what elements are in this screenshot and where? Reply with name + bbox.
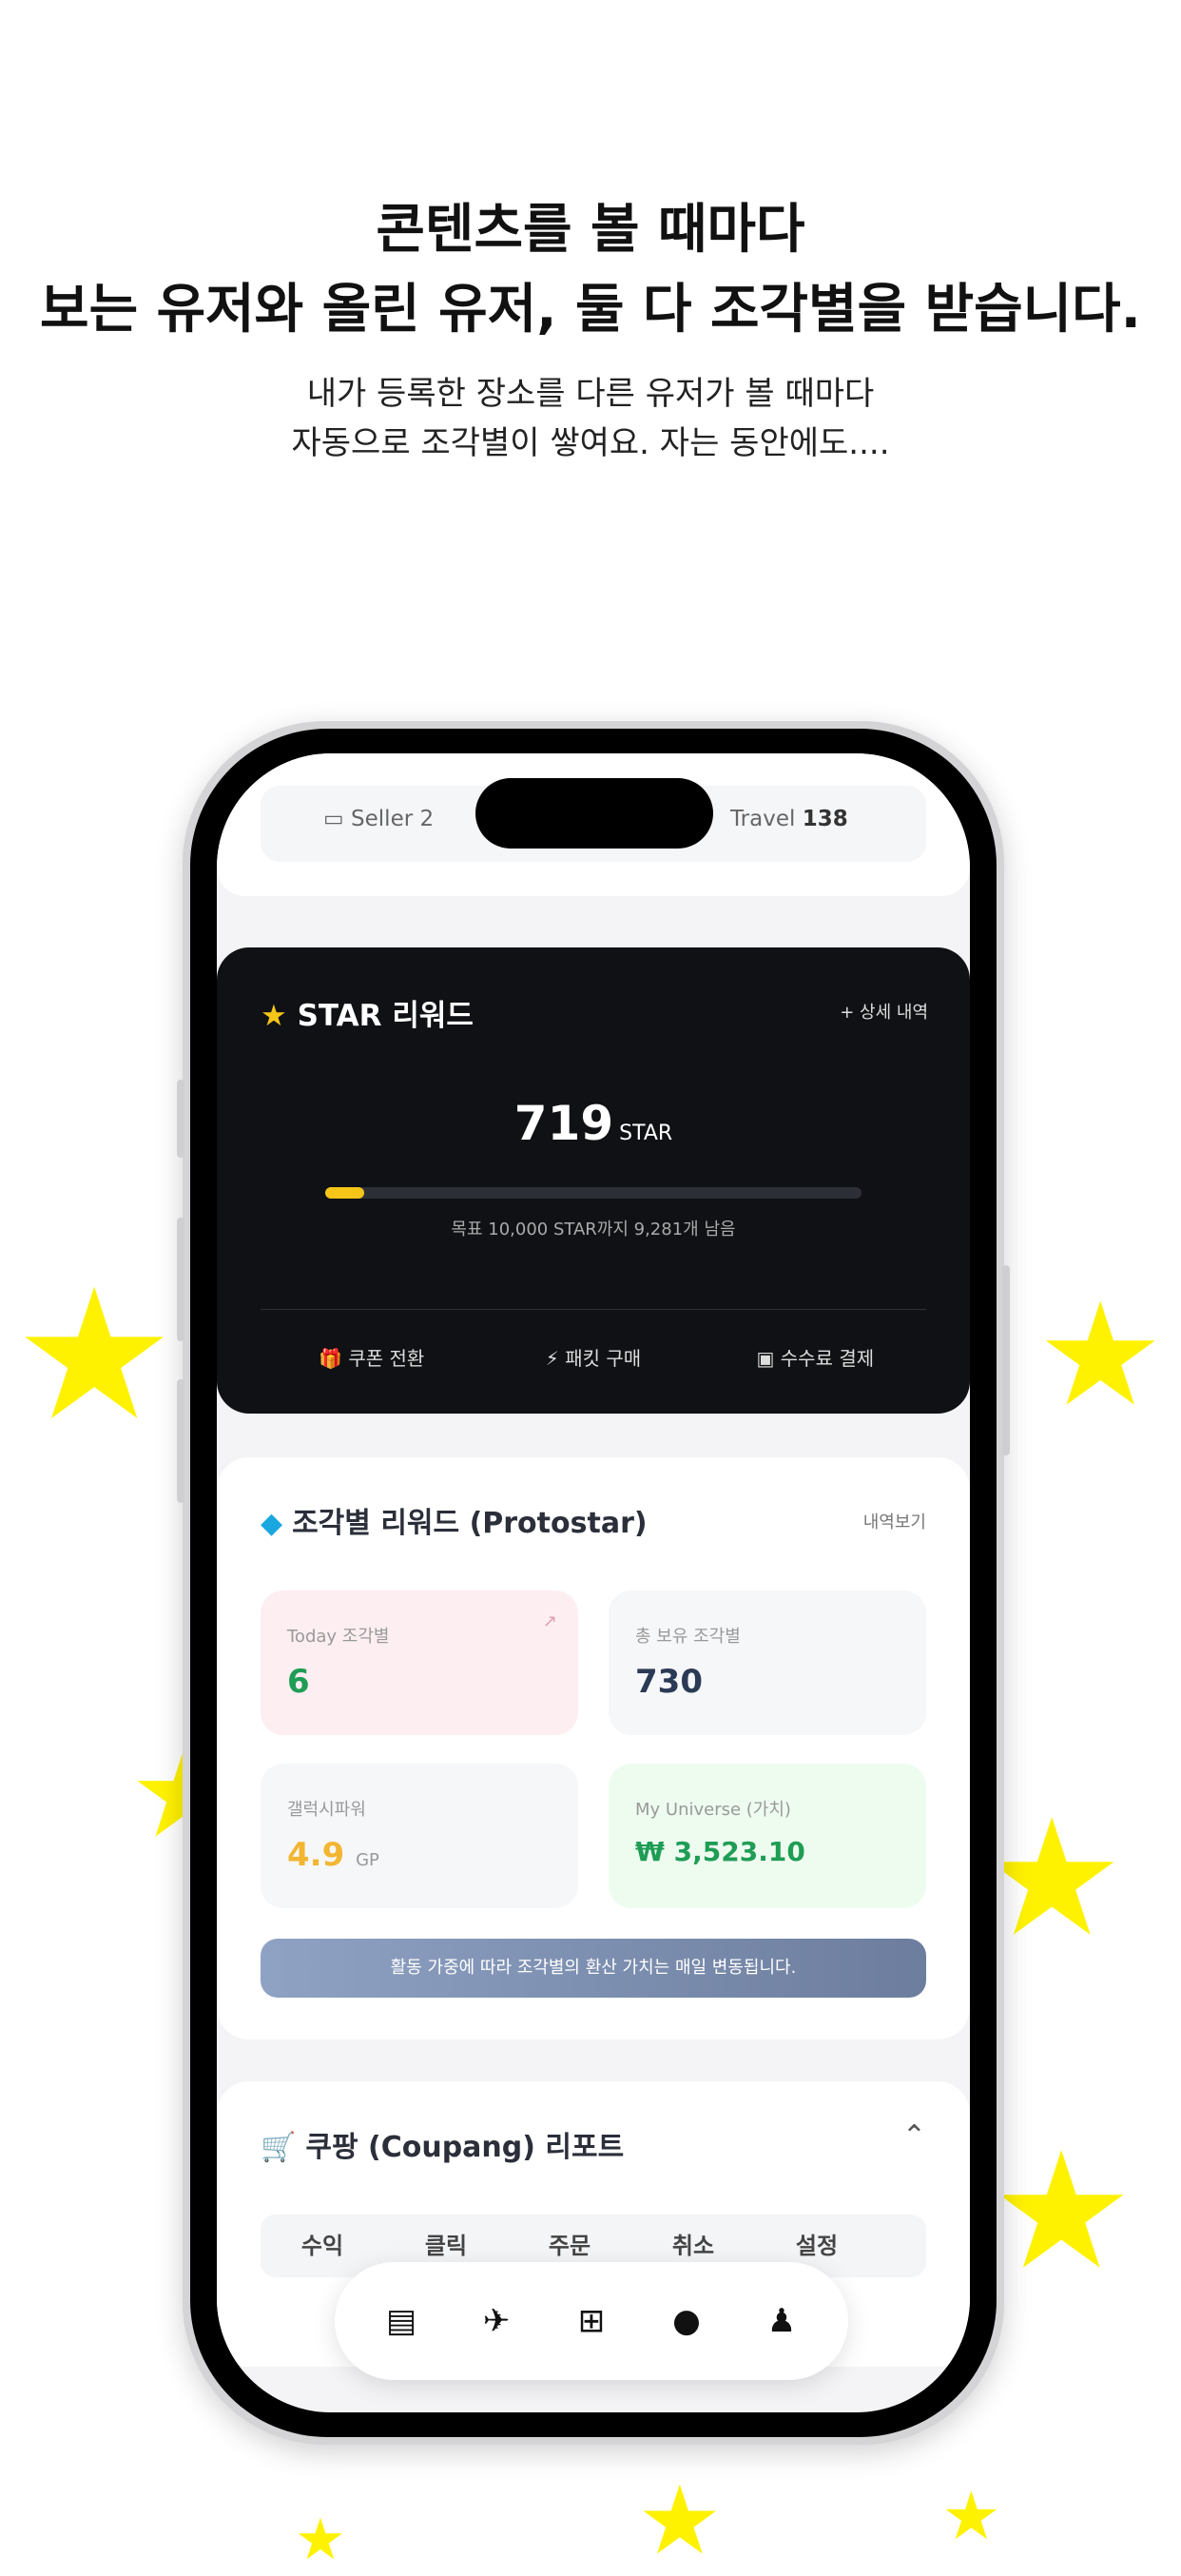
my-universe-label: My Universe (가치) — [635, 1800, 791, 1820]
star-reward-title: ★ STAR 리워드 — [261, 991, 474, 1034]
phone-volume-up-button — [177, 1218, 184, 1341]
total-protostar-value: 730 — [635, 1663, 703, 1701]
coupon-convert-button[interactable]: 🎁 쿠폰 전환 — [261, 1343, 482, 1371]
my-universe-value: ₩ 3,523.10 — [635, 1836, 805, 1867]
decor-star-icon: ★ — [989, 2117, 1134, 2306]
star-reward-title-text: STAR 리워드 — [297, 999, 474, 1033]
card-icon: ▣ — [756, 1347, 775, 1370]
star-goal-text: 목표 10,000 STAR까지 9,281개 남음 — [451, 1220, 736, 1239]
protostar-reward-card: ◆ 조각별 리워드 (Protostar) 내역보기 Today 조각별 ↗ 6 … — [217, 1457, 970, 2039]
nav-plus-square-icon[interactable]: ⊞ — [563, 2302, 620, 2340]
star-icon: ★ — [261, 999, 287, 1033]
fee-pay-button[interactable]: ▣ 수수료 결제 — [705, 1343, 926, 1371]
decor-star-icon: ★ — [1036, 1273, 1165, 1438]
gem-icon: ◆ — [261, 1507, 283, 1540]
phone-power-button — [1002, 1265, 1010, 1455]
decor-star-icon: ★ — [941, 2477, 1001, 2555]
star-balance-value: 719 — [513, 1096, 614, 1151]
phone-screen: ▭ Seller 2 Travel 138 ★ STAR 리워드 + 상세 내역… — [217, 753, 970, 2412]
galaxy-power-value: 4.9 — [287, 1836, 345, 1874]
phone-volume-down-button — [177, 1379, 184, 1503]
store-icon: ▭ — [323, 807, 344, 831]
fee-pay-label: 수수료 결제 — [780, 1347, 875, 1370]
tab-travel[interactable]: Travel 138 — [730, 807, 848, 831]
protostar-notice-banner: 활동 가중에 따라 조각별의 환산 가치는 매일 변동됩니다. — [261, 1939, 926, 1998]
page-headline: 콘텐츠를 볼 때마다 보는 유저와 올린 유저, 둘 다 조각별을 받습니다. — [0, 190, 1181, 350]
external-link-icon: ↗ — [542, 1611, 557, 1631]
today-protostar-value: 6 — [287, 1663, 310, 1701]
tab-travel-count: 138 — [802, 807, 848, 831]
tab-seller[interactable]: ▭ Seller 2 — [323, 807, 434, 831]
tab-seller-label: Seller 2 — [351, 807, 435, 831]
star-progress-fill — [325, 1187, 364, 1199]
coupon-convert-label: 쿠폰 전환 — [348, 1347, 425, 1370]
decor-star-icon: ★ — [295, 2507, 346, 2573]
bottom-nav: ▤ ✈ ⊞ ● ♟ — [335, 2262, 848, 2380]
chevron-up-icon[interactable]: ⌃ — [902, 2119, 926, 2153]
star-balance-unit: STAR — [619, 1122, 673, 1145]
star-detail-link[interactable]: + 상세 내역 — [840, 999, 928, 1024]
decor-star-icon: ★ — [637, 2465, 723, 2576]
galaxy-power-value-wrap: 4.9 GP — [287, 1836, 379, 1874]
protostar-title: ◆ 조각별 리워드 (Protostar) — [261, 1499, 648, 1541]
today-protostar-tile[interactable]: Today 조각별 ↗ 6 — [261, 1590, 578, 1735]
nav-user-icon[interactable]: ♟ — [753, 2302, 810, 2340]
galaxy-power-unit: GP — [356, 1850, 379, 1870]
headline-line-1: 콘텐츠를 볼 때마다 — [376, 199, 805, 261]
gift-icon: 🎁 — [319, 1347, 342, 1370]
tab-travel-label: Travel — [730, 807, 796, 831]
headline-line-2: 보는 유저와 올린 유저, 둘 다 조각별을 받습니다. — [40, 279, 1141, 341]
dynamic-island — [475, 778, 713, 849]
coupang-title: 🛒 쿠팡 (Coupang) 리포트 — [261, 2123, 624, 2165]
star-reward-card: ★ STAR 리워드 + 상세 내역 719 STAR 목표 10,000 STA… — [217, 947, 970, 1414]
subheadline-line-2: 자동으로 조각별이 쌓여요. 자는 동안에도.... — [291, 424, 890, 462]
total-protostar-tile: 총 보유 조각별 730 — [609, 1590, 926, 1735]
phone-side-button — [177, 1080, 184, 1158]
nav-chat-icon[interactable]: ● — [658, 2302, 715, 2340]
star-actions: 🎁 쿠폰 전환 ⚡ 패킷 구매 ▣ 수수료 결제 — [261, 1343, 926, 1371]
total-protostar-label: 총 보유 조각별 — [635, 1627, 741, 1647]
decor-star-icon: ★ — [13, 1250, 176, 1460]
star-balance: 719 STAR — [217, 1096, 970, 1151]
protostar-history-link[interactable]: 내역보기 — [863, 1509, 926, 1533]
nav-airplane-icon[interactable]: ✈ — [468, 2302, 525, 2340]
packet-buy-button[interactable]: ⚡ 패킷 구매 — [482, 1343, 704, 1371]
today-protostar-label: Today 조각별 — [287, 1627, 390, 1647]
cart-icon: 🛒 — [261, 2131, 297, 2164]
packet-buy-label: 패킷 구매 — [565, 1347, 642, 1370]
galaxy-power-label: 갤럭시파워 — [287, 1800, 366, 1820]
protostar-title-text: 조각별 리워드 (Protostar) — [292, 1507, 648, 1540]
divider — [261, 1309, 926, 1310]
star-progress-bar — [325, 1187, 862, 1199]
my-universe-tile: My Universe (가치) ₩ 3,523.10 — [609, 1764, 926, 1908]
subheadline-line-1: 내가 등록한 장소를 다른 유저가 볼 때마다 — [306, 375, 875, 413]
bolt-icon: ⚡ — [545, 1347, 559, 1370]
galaxy-power-tile: 갤럭시파워 4.9 GP — [261, 1764, 578, 1908]
nav-store-icon[interactable]: ▤ — [373, 2302, 430, 2340]
coupang-title-text: 쿠팡 (Coupang) 리포트 — [305, 2131, 625, 2164]
